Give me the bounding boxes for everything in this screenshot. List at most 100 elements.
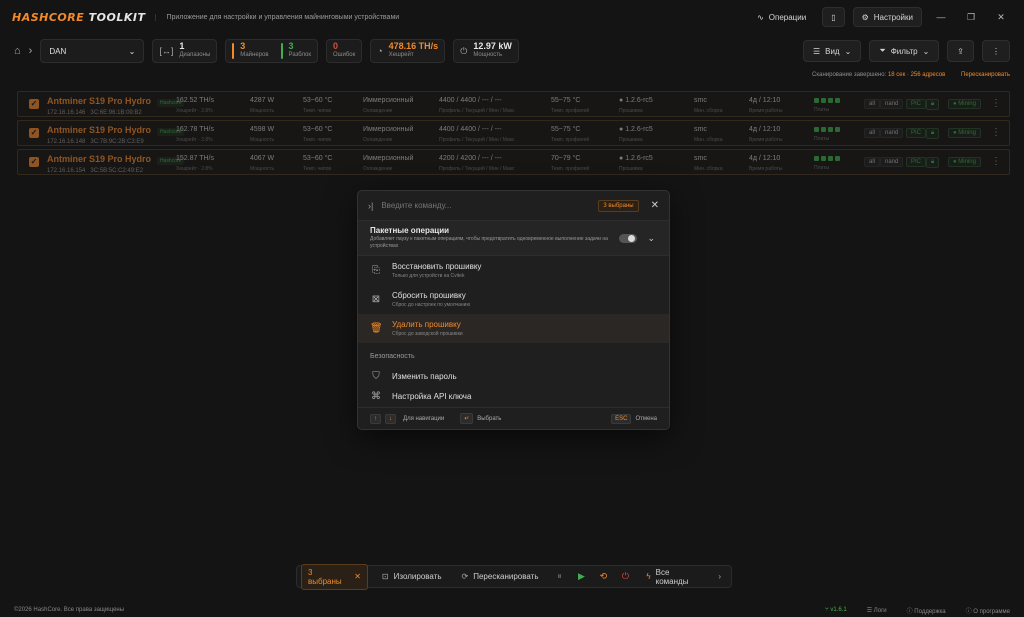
tag-all[interactable]: all (864, 99, 881, 109)
row-checkbox[interactable]: ✓ (29, 99, 39, 109)
filter-icon: ⏷ (879, 46, 886, 55)
about-link[interactable]: ⓘ О программе (966, 606, 1010, 615)
board-status (814, 98, 840, 103)
upload-icon: ⇪ (957, 46, 964, 56)
operations-button[interactable]: ∿ Операции (749, 7, 814, 27)
status-badge: ● Mining (948, 157, 981, 167)
key-icon: ⌘ (371, 390, 381, 402)
support-link[interactable]: ⓘ Поддержка (907, 606, 946, 615)
selection-chip[interactable]: 3 выбраны ✕ (301, 563, 368, 590)
device-group-select[interactable]: DAN ⌄ (40, 39, 145, 63)
logs-link[interactable]: ☰ Логи (867, 607, 887, 614)
chevron-down-icon[interactable]: ⌄ (647, 233, 655, 244)
miners-stat: 3 Майнеров 3 Разблок (225, 39, 318, 63)
scan-status: Сканирование завершено: 18 сек · 256 адр… (812, 72, 1010, 78)
tag-all[interactable]: all (864, 157, 881, 167)
command-palette: ›| 3 выбраны ✕ Пакетные операции Добавля… (357, 190, 670, 430)
api-key-item[interactable]: ⌘ Настройка API ключа (358, 386, 669, 406)
shield-icon: ⛉ (372, 370, 380, 382)
refresh-icon: ⟳ (461, 572, 469, 581)
power-icon[interactable]: ⏻ (618, 571, 632, 582)
palette-footer: ↑ ↓ Для навигации ↵ Выбрать ESC Отмена (358, 407, 669, 429)
ranges-stat: [↔] 1 Диапазоны (152, 39, 218, 63)
version-label[interactable]: ⑂ v1.6.1 (825, 607, 847, 613)
change-password-item[interactable]: ⛉ Изменить пароль (358, 366, 669, 386)
row-menu-icon[interactable]: ⋮ (991, 127, 1001, 138)
view-button[interactable]: ☰ Вид ⌄ (802, 40, 862, 62)
arrow-up-icon: ↑ (370, 413, 381, 424)
minimize-button[interactable]: — (930, 12, 952, 22)
list-icon: ☰ (812, 46, 821, 56)
device-row[interactable]: ✓ Antminer S19 Pro Hydro Hashcore 172.16.16… (17, 91, 1010, 117)
reset-icon: ⊠ (371, 294, 381, 305)
status-badge: ● Mining (948, 99, 981, 109)
bolt-icon: ϟ (646, 572, 651, 581)
batch-operations: Пакетные операции Добавляет паузу к паке… (358, 221, 669, 256)
maximize-button[interactable]: ❐ (960, 12, 982, 23)
lock-icon[interactable]: 🔒︎ (926, 157, 940, 168)
app-logo: HASHCORE TOOLKIT (12, 10, 146, 24)
trash-icon: 🗑 (370, 323, 383, 334)
row-menu-icon[interactable]: ⋮ (991, 156, 1001, 167)
tag-pic[interactable]: PIC (906, 99, 927, 109)
action-bar: 3 выбраны ✕ ⊡ Изолировать ⟳ Пересканироват… (296, 563, 732, 590)
chevron-down-icon: ⌄ (844, 46, 852, 56)
lock-icon[interactable]: 🔒︎ (926, 99, 940, 110)
chevron-right-icon[interactable]: › (718, 572, 721, 581)
range-icon: [↔] (159, 46, 174, 56)
close-window-button[interactable]: ✕ (990, 12, 1012, 23)
prompt-icon: ›| (368, 200, 374, 211)
close-icon[interactable]: ✕ (651, 200, 659, 211)
rescan-link[interactable]: Пересканировать (961, 72, 1010, 78)
filter-button[interactable]: ⏷ Фильтр ⌄ (869, 40, 940, 62)
row-menu-icon[interactable]: ⋮ (991, 98, 1001, 109)
bookmark-icon: ▯ (831, 12, 836, 22)
footer: ©2026 HashCore. Все права защищены ⑂ v1.… (14, 606, 1010, 615)
hashrate-stat: ◔ 478.16 TH/s Хешрейт (370, 39, 446, 63)
isolate-icon: ⊡ (381, 572, 389, 581)
reboot-icon[interactable]: ⟲ (596, 571, 610, 582)
lock-icon[interactable]: 🔒︎ (926, 128, 940, 139)
enter-icon: ↵ (460, 413, 474, 424)
board-status (814, 156, 840, 161)
row-checkbox[interactable]: ✓ (29, 128, 39, 138)
all-commands-button[interactable]: ϟ Все команды (640, 568, 710, 586)
selected-count-badge: 3 выбраны (598, 199, 639, 212)
play-icon[interactable]: ▶ (574, 571, 588, 582)
title-bar: HASHCORE TOOLKIT Приложение для настройк… (0, 0, 1024, 34)
gear-icon: ⚙ (861, 12, 869, 22)
batch-toggle[interactable] (619, 234, 637, 243)
pause-icon[interactable]: ⏸ (553, 571, 567, 582)
device-row[interactable]: ✓ Antminer S19 Pro Hydro Hashcore 172.16.16… (17, 149, 1010, 175)
errors-stat: 0 Ошибок (325, 39, 363, 63)
export-button[interactable]: ⇪ (947, 40, 974, 62)
reset-firmware-item[interactable]: ⊠ Сбросить прошивку Сброс до настроек по … (358, 285, 669, 314)
delete-firmware-item[interactable]: 🗑 Удалить прошивку Сброс до заводской про… (358, 314, 669, 343)
activity-icon: ∿ (757, 12, 764, 22)
tag-pic[interactable]: PIC (906, 157, 927, 167)
security-section-title: Безопасность (370, 353, 415, 360)
bookmark-button[interactable]: ▯ (822, 7, 845, 27)
palette-search: ›| 3 выбраны ✕ (358, 191, 669, 221)
kebab-icon: ⋮ (992, 46, 1000, 56)
clear-selection-icon[interactable]: ✕ (354, 572, 361, 581)
row-checkbox[interactable]: ✓ (29, 157, 39, 167)
home-icon[interactable]: ⌂ (14, 45, 21, 57)
tag-nand[interactable]: nand (880, 157, 904, 167)
chevron-down-icon: ⌄ (128, 46, 136, 56)
plug-icon: ⏻ (460, 45, 468, 56)
isolate-button[interactable]: ⊡ Изолировать (376, 572, 448, 581)
board-status (814, 127, 840, 132)
tag-pic[interactable]: PIC (906, 128, 927, 138)
tag-all[interactable]: all (864, 128, 881, 138)
chevron-down-icon: ⌄ (922, 46, 930, 56)
settings-button[interactable]: ⚙ Настройки (852, 7, 922, 27)
device-row[interactable]: ✓ Antminer S19 Pro Hydro Hashcore 172.16.16… (17, 120, 1010, 146)
chevron-right-icon: › (28, 45, 33, 57)
rescan-button[interactable]: ⟳ Пересканировать (456, 572, 545, 581)
tag-nand[interactable]: nand (880, 99, 904, 109)
tag-nand[interactable]: nand (880, 128, 904, 138)
restore-firmware-item[interactable]: ⎘ Восстановить прошивку Только для устрой… (358, 256, 669, 285)
more-button[interactable]: ⋮ (982, 40, 1010, 62)
command-input[interactable] (381, 201, 591, 210)
